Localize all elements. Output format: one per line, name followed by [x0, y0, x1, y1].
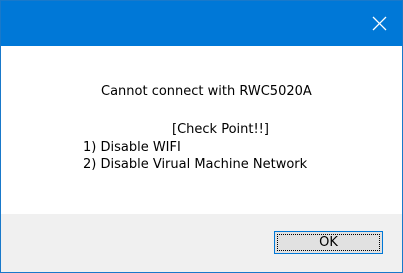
message-dialog: Cannot connect with RWC5020A [Check Poin… [0, 0, 403, 273]
dialog-footer: OK [1, 214, 402, 272]
error-message: Cannot connect with RWC5020A [101, 84, 312, 99]
close-icon [372, 16, 387, 31]
check-item-wifi: 1) Disable WIFI [83, 140, 181, 155]
ok-button[interactable]: OK [274, 231, 383, 254]
check-point-heading: [Check Point!!] [172, 122, 269, 137]
title-bar [1, 1, 402, 46]
close-button[interactable] [356, 1, 402, 46]
dialog-body: Cannot connect with RWC5020A [Check Poin… [1, 46, 402, 214]
check-item-vm-network: 2) Disable Virual Machine Network [83, 157, 308, 172]
